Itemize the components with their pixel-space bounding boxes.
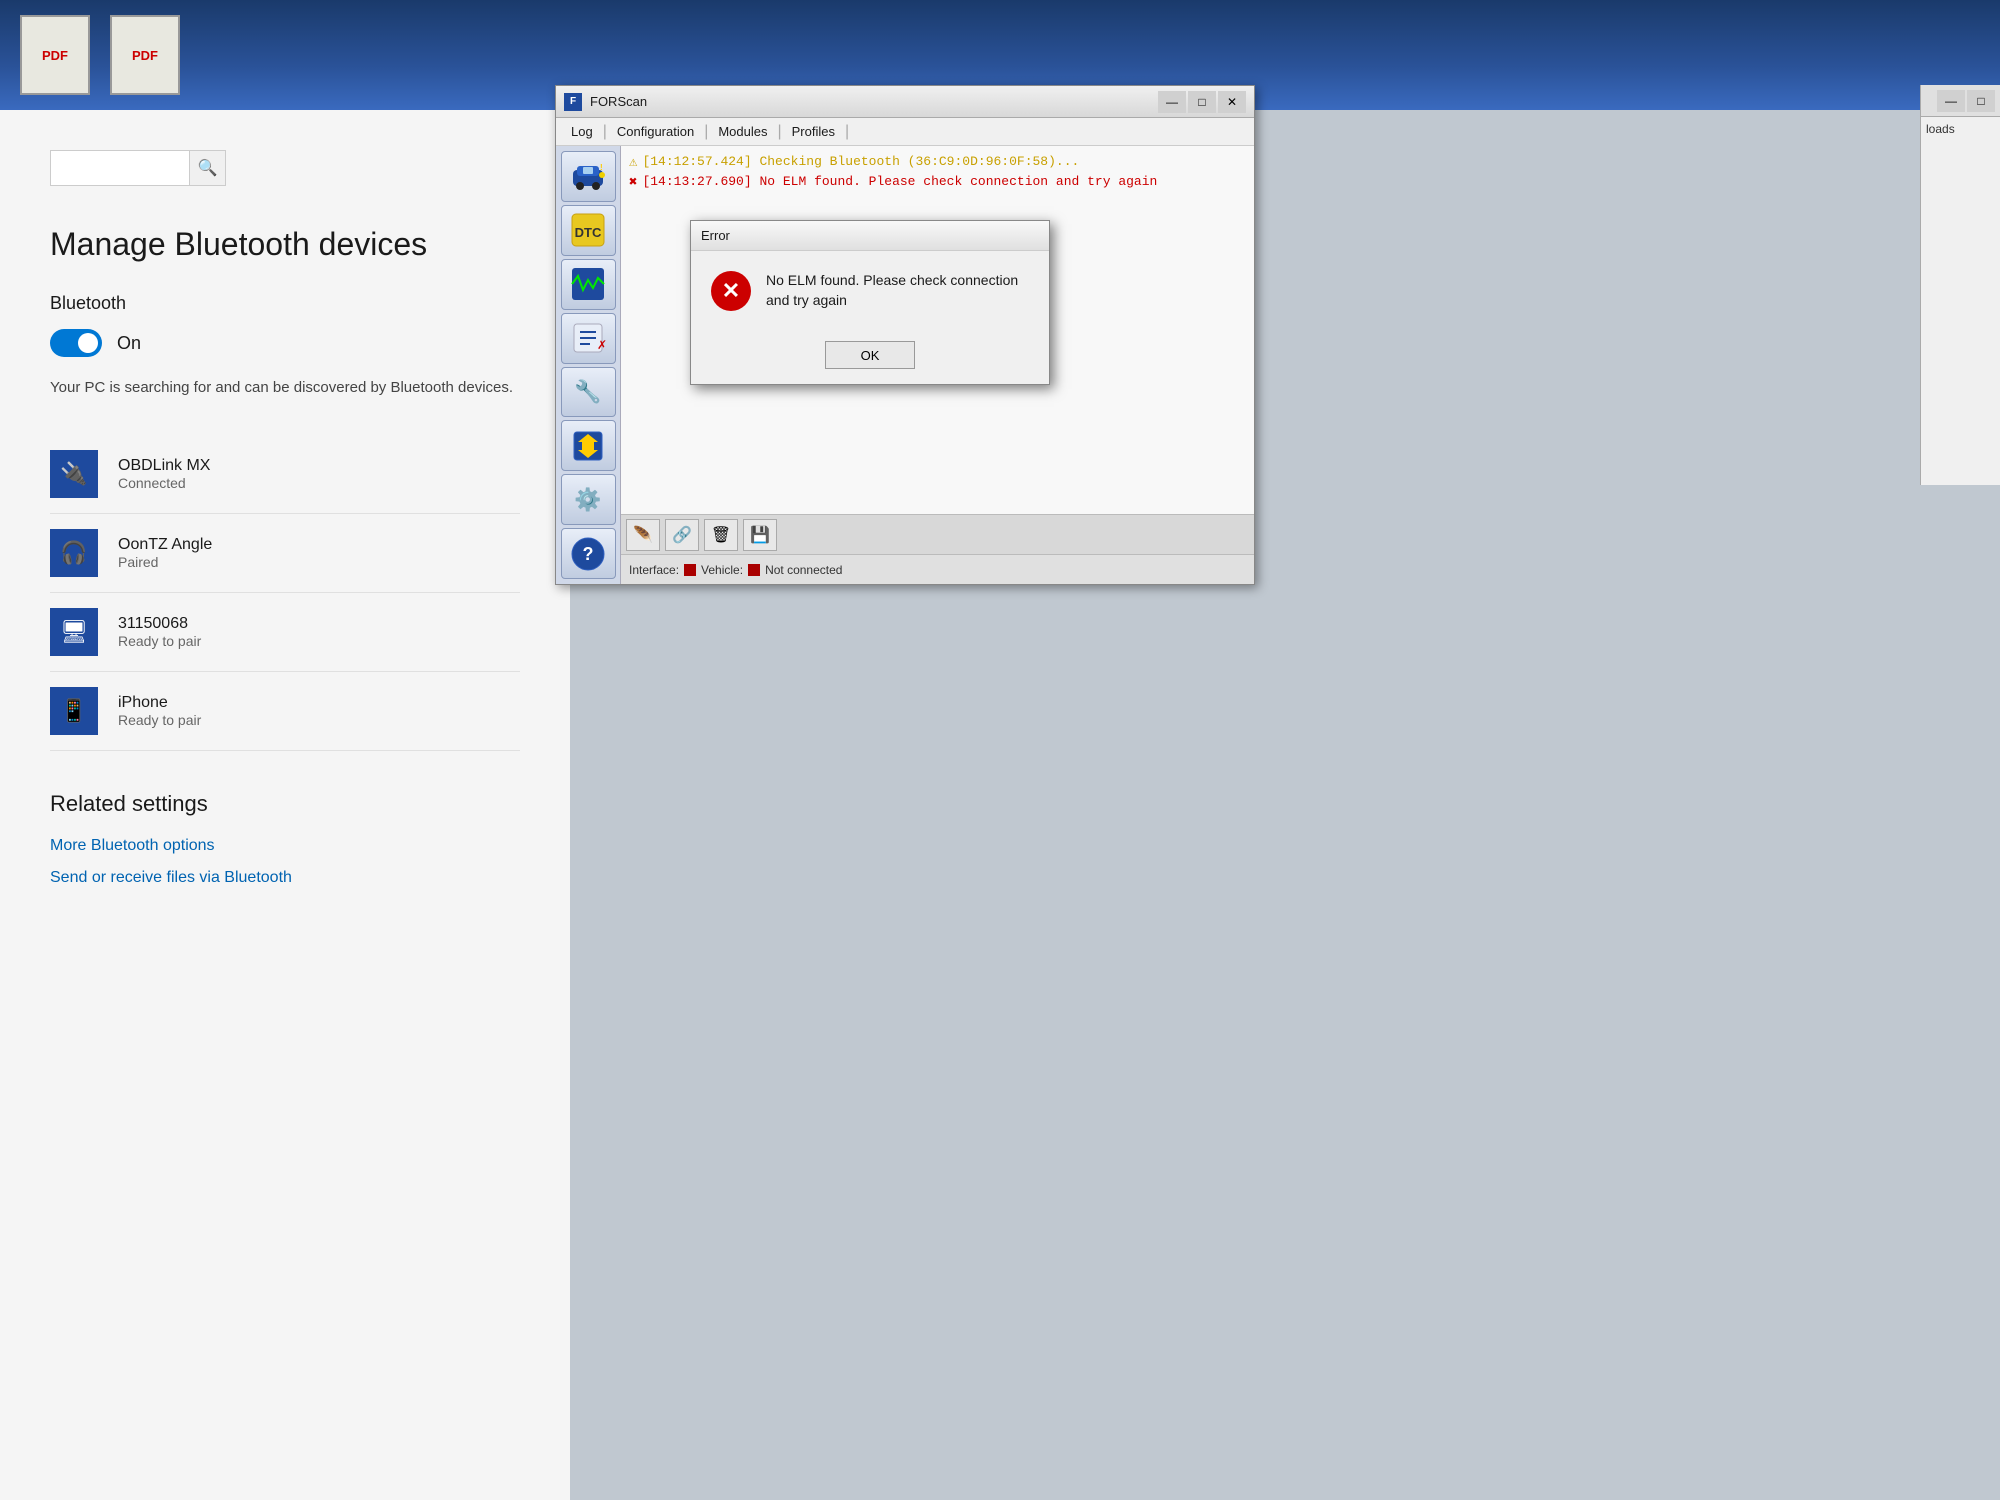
menu-log[interactable]: Log — [561, 120, 603, 143]
sidebar-btn-gear[interactable]: ⚙️ — [561, 474, 616, 525]
not-connected-label: Not connected — [765, 563, 842, 577]
right-minimize-button[interactable]: — — [1937, 90, 1965, 112]
checklist-icon: ✗ — [569, 319, 607, 357]
vehicle-label: Vehicle: — [701, 563, 743, 577]
device-name-iphone: iPhone — [118, 694, 201, 712]
bluetooth-label: Bluetooth — [50, 293, 520, 314]
device-status-31150068: Ready to pair — [118, 633, 201, 649]
error-dialog: Error ✕ No ELM found. Please check conne… — [690, 220, 1050, 385]
dialog-message: No ELM found. Please check connection an… — [766, 271, 1029, 310]
svg-text:!: ! — [600, 163, 603, 172]
page-title: Manage Bluetooth devices — [50, 226, 520, 263]
dialog-title: Error — [701, 228, 730, 243]
send-receive-files-link[interactable]: Send or receive files via Bluetooth — [50, 869, 520, 887]
right-window-controls: — □ — [1921, 85, 2000, 117]
device-icon-obdlink: 🔌 — [50, 450, 98, 498]
toolbar-btn-connect[interactable]: 🔗 — [665, 519, 699, 551]
svg-text:DTC: DTC — [575, 225, 602, 240]
pdf-icon-1[interactable]: PDF — [20, 15, 90, 95]
warn-icon-1: ⚠ — [629, 154, 637, 171]
dialog-body: ✕ No ELM found. Please check connection … — [691, 251, 1049, 331]
log-text-1: [14:12:57.424] Checking Bluetooth (36:C9… — [642, 154, 1079, 169]
device-icon-oontz: 🎧 — [50, 529, 98, 577]
sidebar-btn-help[interactable]: ? — [561, 528, 616, 579]
right-partial-window: — □ loads — [1920, 85, 2000, 485]
vehicle-status-square — [748, 564, 760, 576]
forscan-titlebar: F FORScan — □ ✕ — [556, 86, 1254, 118]
interface-label: Interface: — [629, 563, 679, 577]
toolbar-btn-trash[interactable]: 🗑 — [704, 519, 738, 551]
error-circle-icon: ✕ — [711, 271, 751, 311]
dialog-buttons: OK — [691, 331, 1049, 384]
gear-icon: ⚙️ — [569, 481, 607, 519]
device-name-obdlink: OBDLink MX — [118, 457, 210, 475]
device-status-iphone: Ready to pair — [118, 712, 201, 728]
sidebar-btn-checklist[interactable]: ✗ — [561, 313, 616, 364]
search-input[interactable] — [50, 150, 190, 186]
bluetooth-description: Your PC is searching for and can be disc… — [50, 377, 520, 400]
pdf-icon-2[interactable]: PDF — [110, 15, 180, 95]
device-icon-iphone: 📱 — [50, 687, 98, 735]
svg-text:✗: ✗ — [597, 338, 606, 352]
menu-profiles[interactable]: Profiles — [782, 120, 845, 143]
bluetooth-toggle-row: On — [50, 329, 520, 357]
waveform-icon — [569, 265, 607, 303]
forscan-toolbar: 🪶 🔗 🗑 💾 — [621, 514, 1254, 554]
minimize-button[interactable]: — — [1158, 91, 1186, 113]
log-line-2: ✖ [14:13:27.690] No ELM found. Please ch… — [629, 174, 1246, 191]
device-status-obdlink: Connected — [118, 475, 210, 491]
settings-panel: 🔍 Manage Bluetooth devices Bluetooth On … — [0, 110, 570, 1500]
device-item-iphone[interactable]: 📱 iPhone Ready to pair — [50, 672, 520, 751]
car-icon: ! — [569, 157, 607, 195]
sidebar-btn-chip[interactable] — [561, 420, 616, 471]
device-name-oontz: OonTZ Angle — [118, 536, 212, 554]
forscan-menu-bar: Log | Configuration | Modules | Profiles… — [556, 118, 1254, 146]
search-button[interactable]: 🔍 — [190, 150, 226, 186]
error-icon-1: ✖ — [629, 174, 637, 191]
chip-icon — [569, 427, 607, 465]
menu-modules[interactable]: Modules — [708, 120, 777, 143]
svg-text:?: ? — [583, 544, 594, 564]
device-item-oontz[interactable]: 🎧 OonTZ Angle Paired — [50, 514, 520, 593]
toolbar-btn-save[interactable]: 💾 — [743, 519, 777, 551]
device-info-obdlink: OBDLink MX Connected — [118, 457, 210, 491]
toggle-state-label: On — [117, 333, 141, 354]
dialog-titlebar: Error — [691, 221, 1049, 251]
bluetooth-toggle[interactable] — [50, 329, 102, 357]
toolbar-btn-feather[interactable]: 🪶 — [626, 519, 660, 551]
device-icon-31150068: 🖥 — [50, 608, 98, 656]
forscan-statusbar: Interface: Vehicle: Not connected — [621, 554, 1254, 584]
downloads-label: loads — [1921, 117, 2000, 141]
device-info-31150068: 31150068 Ready to pair — [118, 615, 201, 649]
interface-status-square — [684, 564, 696, 576]
device-item-31150068[interactable]: 🖥 31150068 Ready to pair — [50, 593, 520, 672]
window-controls: — □ ✕ — [1158, 91, 1246, 113]
device-item-obdlink[interactable]: 🔌 OBDLink MX Connected — [50, 435, 520, 514]
right-maximize-button[interactable]: □ — [1967, 90, 1995, 112]
device-info-oontz: OonTZ Angle Paired — [118, 536, 212, 570]
device-info-iphone: iPhone Ready to pair — [118, 694, 201, 728]
sidebar-btn-car[interactable]: ! — [561, 151, 616, 202]
log-text-2: [14:13:27.690] No ELM found. Please chec… — [642, 174, 1157, 189]
log-line-1: ⚠ [14:12:57.424] Checking Bluetooth (36:… — [629, 154, 1246, 171]
device-name-31150068: 31150068 — [118, 615, 201, 633]
more-bluetooth-options-link[interactable]: More Bluetooth options — [50, 837, 520, 855]
sidebar-btn-wrench[interactable]: 🔧 — [561, 367, 616, 418]
device-status-oontz: Paired — [118, 554, 212, 570]
sidebar-btn-waveform[interactable] — [561, 259, 616, 310]
close-button[interactable]: ✕ — [1218, 91, 1246, 113]
search-row: 🔍 — [50, 150, 520, 186]
wrench-icon: 🔧 — [569, 373, 607, 411]
menu-configuration[interactable]: Configuration — [607, 120, 704, 143]
related-settings-title: Related settings — [50, 791, 520, 817]
sidebar-btn-dtc[interactable]: DTC — [561, 205, 616, 256]
dtc-icon: DTC — [569, 211, 607, 249]
device-list: 🔌 OBDLink MX Connected 🎧 OonTZ Angle Pai… — [50, 435, 520, 751]
forscan-app-icon: F — [564, 93, 582, 111]
ok-button[interactable]: OK — [825, 341, 915, 369]
forscan-title: FORScan — [590, 94, 1150, 109]
forscan-sidebar: ! DTC — [556, 146, 621, 584]
maximize-button[interactable]: □ — [1188, 91, 1216, 113]
help-icon: ? — [569, 535, 607, 573]
